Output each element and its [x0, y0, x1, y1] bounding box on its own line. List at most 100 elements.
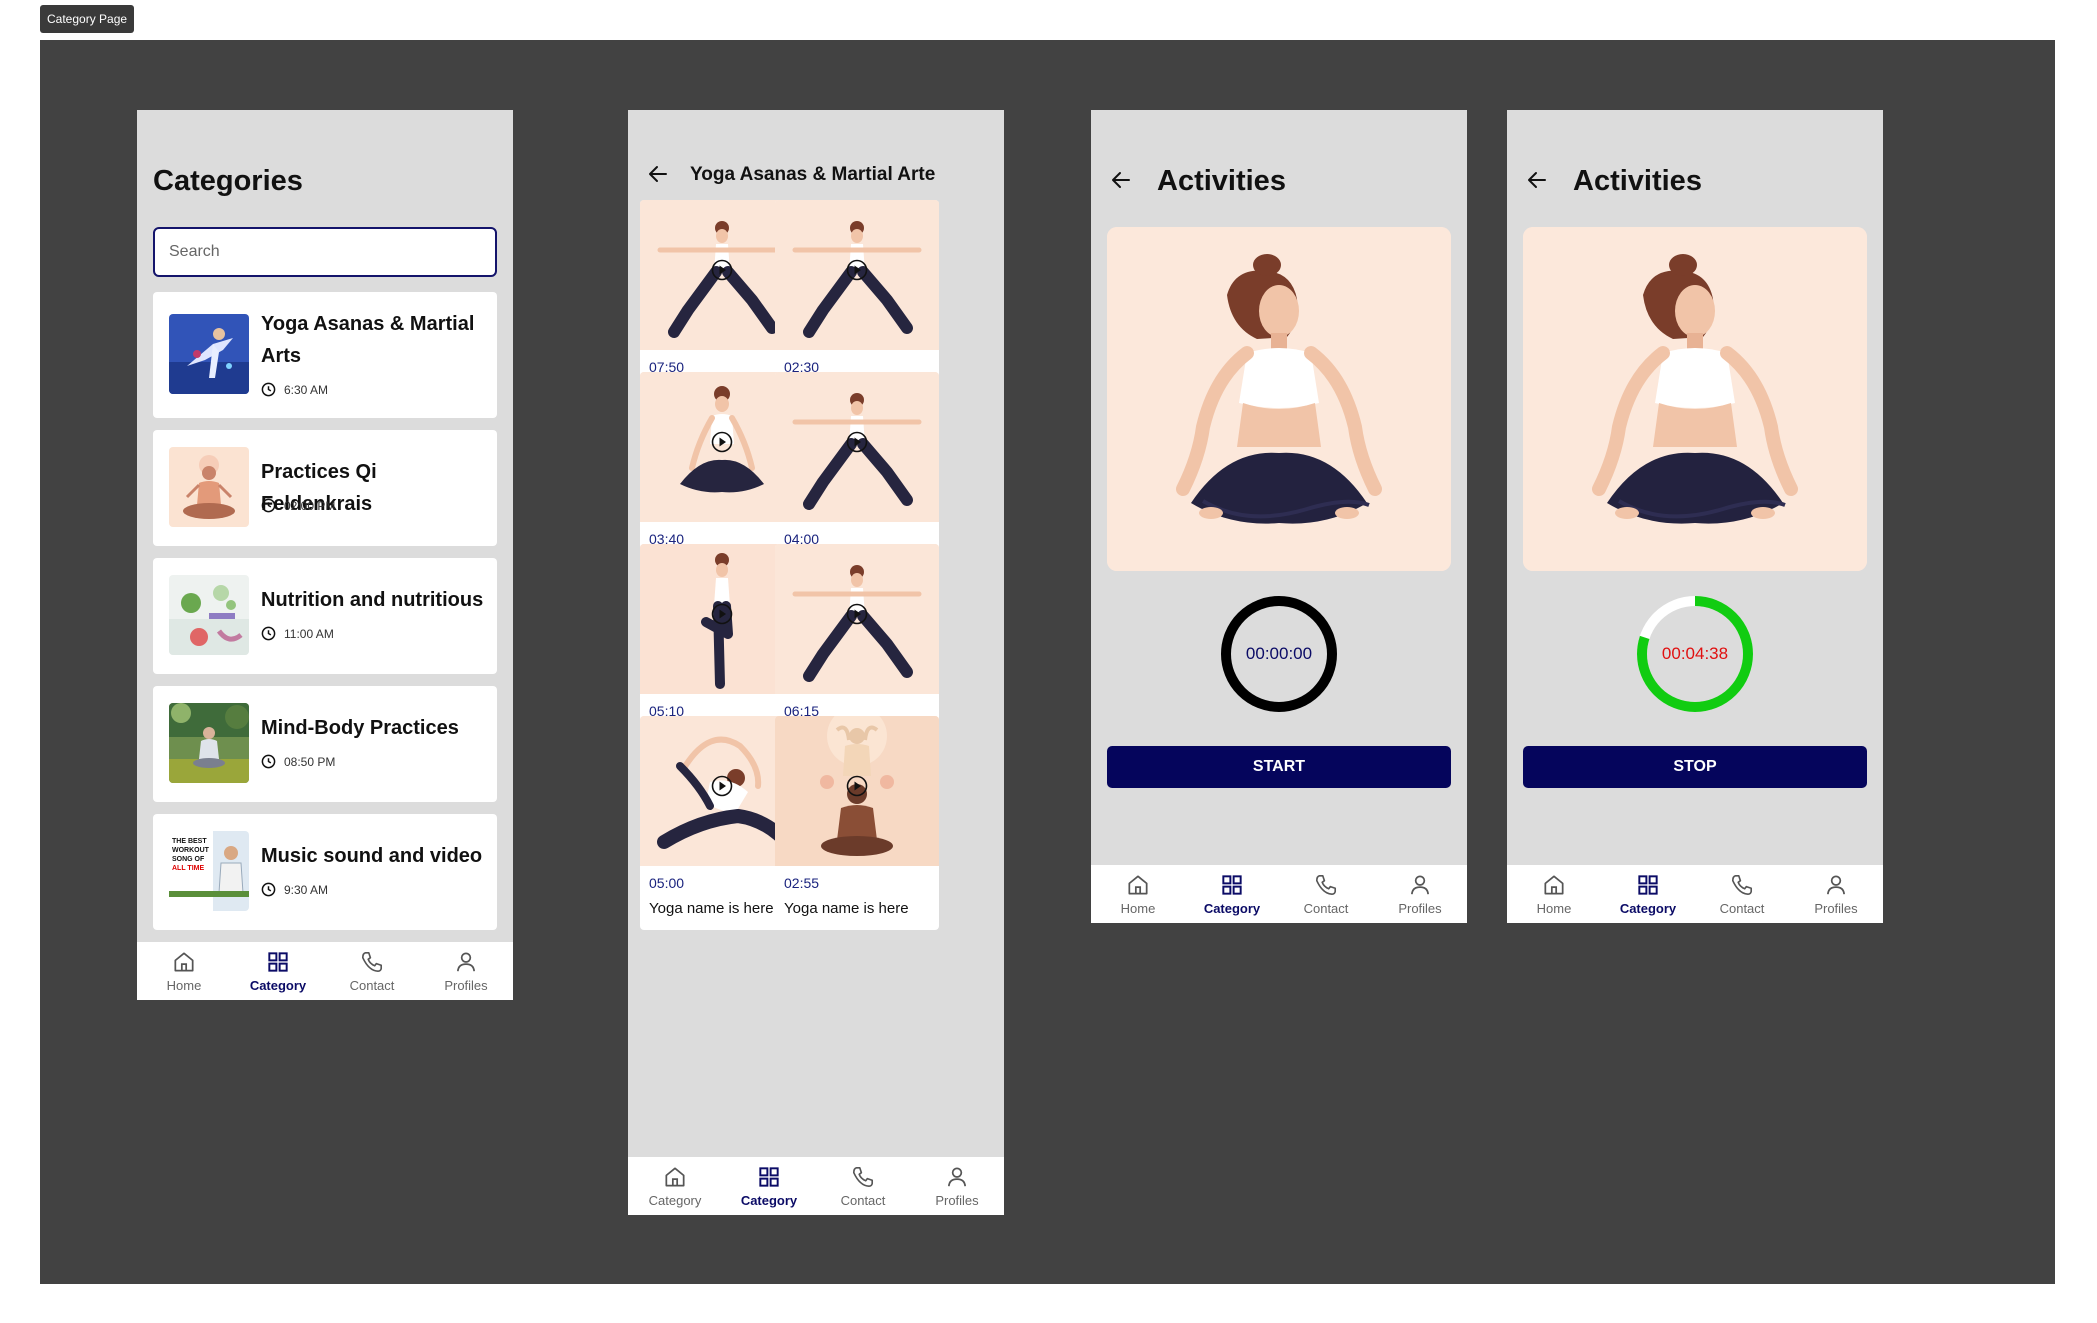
clock-icon [261, 754, 276, 769]
timer-ring: 00:04:38 [1635, 594, 1755, 714]
nav-home-label: Home [1536, 901, 1572, 916]
clock-icon [261, 626, 276, 641]
play-icon[interactable] [711, 603, 733, 625]
play-icon[interactable] [846, 775, 868, 797]
bottom-nav: Home Category Contact Profiles [1091, 865, 1467, 923]
category-name: Mind-Body Practices [261, 717, 459, 739]
timer-display: 00:00:00 [1245, 644, 1313, 663]
grid-icon [1638, 875, 1658, 895]
category-card-mind-body[interactable]: Mind-Body Practices 08:50 PM [153, 686, 497, 802]
grid-icon [268, 952, 288, 972]
category-time: 02:00 PM [261, 498, 335, 513]
nav-contact-label: Contact [840, 1193, 886, 1208]
play-icon[interactable] [711, 259, 733, 281]
nav-profiles[interactable]: Profiles [1789, 865, 1883, 923]
nav-category-label: Category [740, 1193, 798, 1208]
meditation-illustration [169, 447, 249, 527]
home-icon [1128, 875, 1148, 895]
workout-music-photo: THE BEST WORKOUT SONG OF ALL TIME [169, 831, 249, 911]
nav-profiles[interactable]: Profiles [419, 942, 513, 1000]
music-thumb-line-1: THE BEST [172, 838, 207, 845]
user-icon [1827, 875, 1845, 895]
nav-category-label: Category [1619, 901, 1677, 916]
nav-profiles[interactable]: Profiles [1373, 865, 1467, 923]
activities-screen-running: Activities 00:04:38 STOP Home Category C… [1507, 110, 1883, 923]
nav-category-label: Category [1203, 901, 1261, 916]
home-icon [665, 1167, 685, 1187]
nav-home[interactable]: Home [137, 942, 231, 1000]
play-icon[interactable] [711, 775, 733, 797]
back-arrow-icon[interactable] [1109, 168, 1133, 192]
timer-display: 00:04:38 [1661, 644, 1729, 663]
search-input[interactable] [153, 227, 497, 277]
phone-icon [1731, 874, 1753, 896]
clock-icon [261, 882, 276, 897]
category-card-qi[interactable]: Practices Qi Feldenkrais 02:00 PM [153, 430, 497, 546]
category-card-nutrition[interactable]: Nutrition and nutritious 11:00 AM [153, 558, 497, 674]
nav-contact[interactable]: Contact [816, 1157, 910, 1215]
nutrition-photo [169, 575, 249, 655]
category-time-label: 9:30 AM [284, 882, 329, 897]
play-icon[interactable] [846, 431, 868, 453]
category-time-label: 6:30 AM [284, 382, 329, 397]
nav-home-label: Home [166, 978, 202, 993]
music-thumb-line-3: SONG OF [172, 856, 205, 863]
nav-category[interactable]: Category [1185, 865, 1279, 923]
nav-contact[interactable]: Contact [1695, 865, 1789, 923]
nav-home-label: Home [1120, 901, 1156, 916]
nav-category-label: Category [249, 978, 307, 993]
page-title: Activities [1157, 165, 1286, 197]
nav-contact[interactable]: Contact [1279, 865, 1373, 923]
category-name: Yoga Asanas & Martial Arts [261, 313, 475, 367]
clock-icon [261, 382, 276, 397]
bottom-nav: Home Category Contact Profiles [1507, 865, 1883, 923]
user-icon [457, 952, 475, 972]
meditation-hero-image [1523, 227, 1867, 571]
nav-home[interactable]: Home [1091, 865, 1185, 923]
phone-icon [361, 951, 383, 973]
page-title: Categories [153, 165, 303, 197]
outdoor-meditation-photo [169, 703, 249, 783]
nav-home[interactable]: Category [628, 1157, 722, 1215]
nav-profiles[interactable]: Profiles [910, 1157, 1004, 1215]
phone-icon [852, 1166, 874, 1188]
category-name: Nutrition and nutritious [261, 589, 484, 611]
play-icon[interactable] [846, 603, 868, 625]
nav-profiles-label: Profiles [444, 978, 488, 993]
video-tile[interactable]: 02:55 Yoga name is here [775, 716, 939, 930]
video-duration: 02:55 [784, 875, 820, 891]
timer-ring: 00:00:00 [1219, 594, 1339, 714]
nav-category[interactable]: Category [1601, 865, 1695, 923]
yoga-list-screen: Yoga Asanas & Martial Arte 07:50Yoga nam… [628, 110, 1004, 1215]
start-button[interactable]: START [1107, 746, 1451, 788]
play-icon[interactable] [846, 259, 868, 281]
page-title: Yoga Asanas & Martial Arte [690, 164, 936, 185]
category-time-label: 08:50 PM [284, 754, 336, 769]
stop-button[interactable]: STOP [1523, 746, 1867, 788]
bottom-nav: Category Category Contact Profiles [628, 1157, 1004, 1215]
nav-contact[interactable]: Contact [325, 942, 419, 1000]
page-title: Activities [1573, 165, 1702, 197]
category-time: 6:30 AM [261, 382, 328, 397]
back-arrow-icon[interactable] [646, 162, 670, 186]
category-time-label: 11:00 AM [284, 626, 334, 641]
nav-profiles-label: Profiles [1814, 901, 1858, 916]
category-time: 08:50 PM [261, 754, 335, 769]
home-icon [1544, 875, 1564, 895]
category-time: 9:30 AM [261, 882, 328, 897]
back-arrow-icon[interactable] [1525, 168, 1549, 192]
video-name: Yoga name is here [649, 900, 774, 917]
bottom-nav: Home Category Contact Profiles [137, 942, 513, 1000]
martial-arts-photo [169, 314, 249, 394]
nav-home[interactable]: Home [1507, 865, 1601, 923]
category-card-music[interactable]: THE BEST WORKOUT SONG OF ALL TIME Music sou… [153, 814, 497, 930]
nav-contact-label: Contact [1719, 901, 1765, 916]
activities-screen-idle: Activities 00:00:00 START Home Category … [1091, 110, 1467, 923]
music-thumb-line-2: WORKOUT [172, 847, 210, 854]
nav-profiles-label: Profiles [1398, 901, 1442, 916]
nav-category[interactable]: Category [231, 942, 325, 1000]
nav-category[interactable]: Category [722, 1157, 816, 1215]
play-icon[interactable] [711, 431, 733, 453]
home-icon [174, 952, 194, 972]
category-card-yoga[interactable]: Yoga Asanas & Martial Arts 6:30 AM [153, 292, 497, 418]
